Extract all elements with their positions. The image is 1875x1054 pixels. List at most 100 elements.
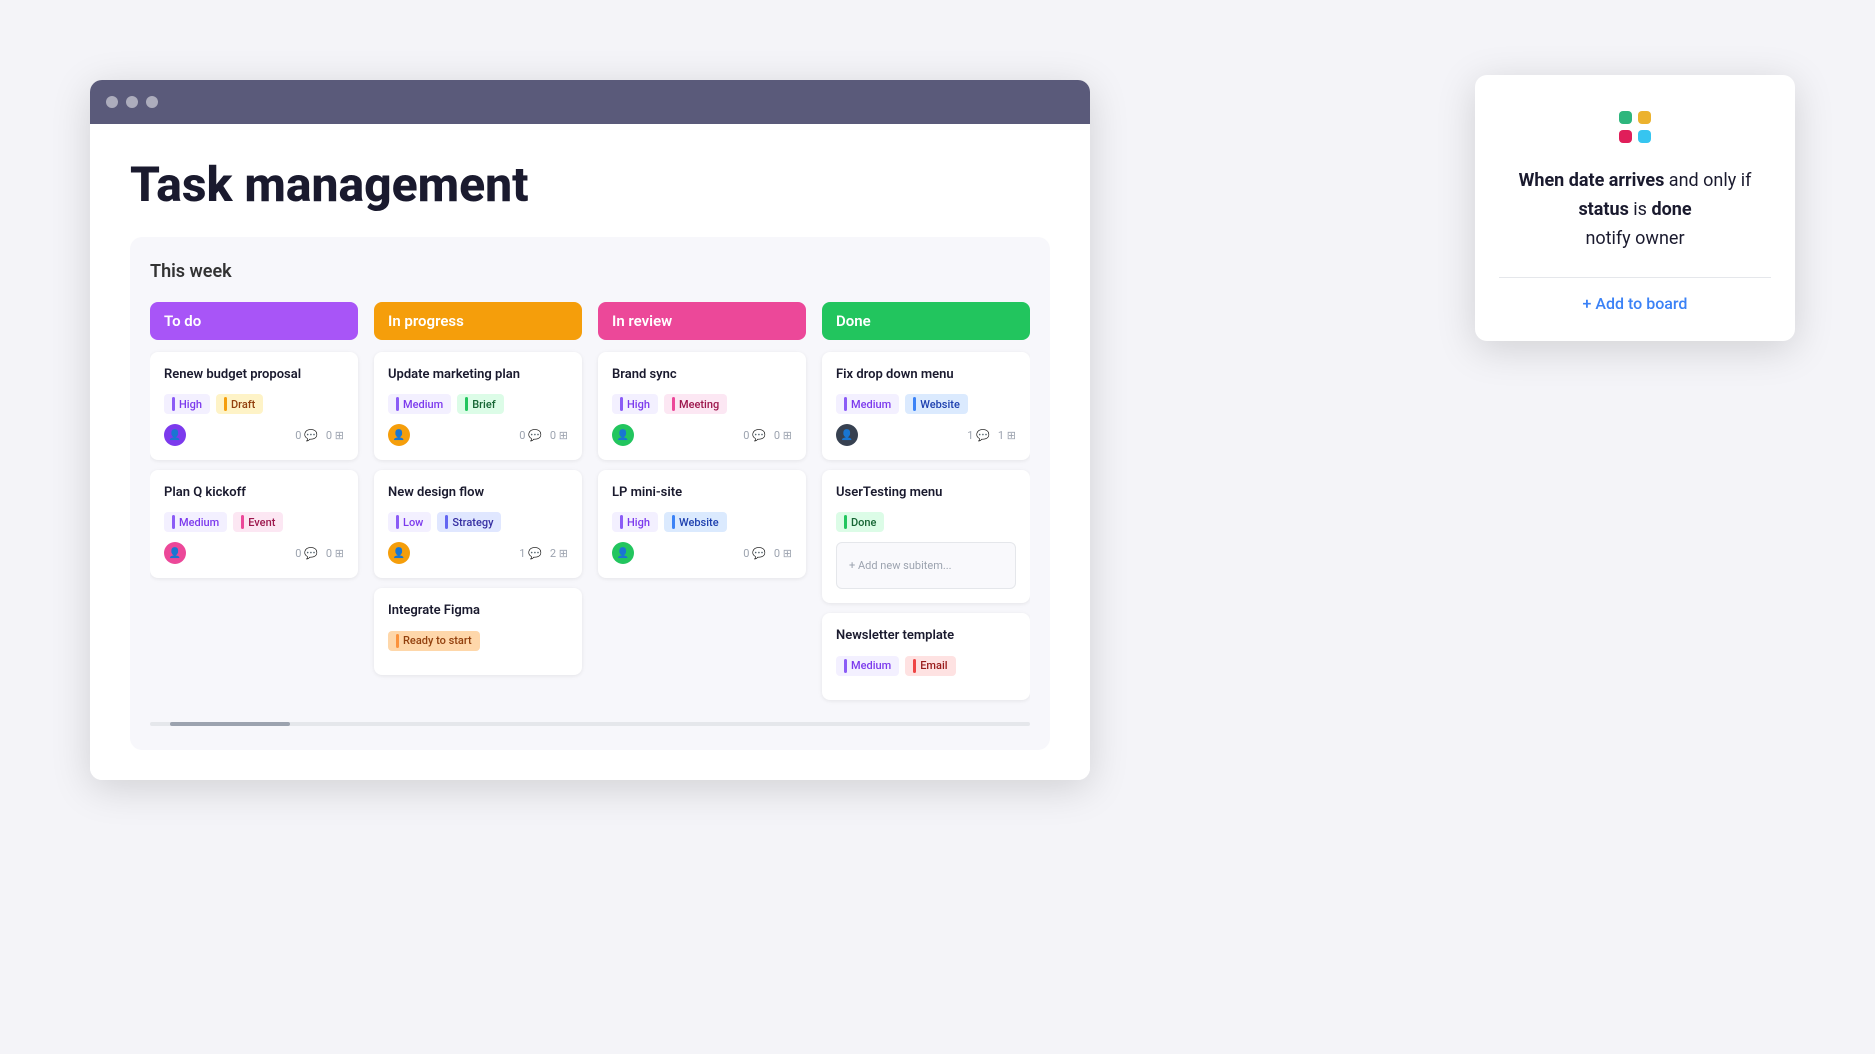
tag-event: Event bbox=[233, 512, 283, 532]
task-count: 0 ⊞ bbox=[326, 429, 344, 442]
tag-bar bbox=[672, 515, 675, 529]
column-done: Done Fix drop down menu Medium bbox=[822, 302, 1030, 710]
tag-bar bbox=[172, 397, 175, 411]
tag-bar bbox=[396, 515, 399, 529]
browser-titlebar bbox=[90, 80, 1090, 124]
slack-text-bold-date: When date arrives bbox=[1519, 170, 1665, 191]
slack-logo bbox=[1499, 103, 1771, 151]
card-title: Fix drop down menu bbox=[836, 366, 1016, 384]
browser-window: Task management This week To do Renew bu… bbox=[90, 80, 1090, 780]
tag-high: High bbox=[612, 394, 658, 414]
page-wrapper: Task management This week To do Renew bu… bbox=[0, 0, 1875, 1054]
card-fix-dropdown[interactable]: Fix drop down menu Medium Website bbox=[822, 352, 1030, 460]
tag-bar bbox=[396, 397, 399, 411]
card-tags: Medium Brief bbox=[388, 394, 568, 414]
card-footer: 👤 0 💬 0 ⊞ bbox=[164, 424, 344, 446]
tag-bar bbox=[465, 397, 468, 411]
scroll-indicator bbox=[150, 722, 1030, 726]
comment-count: 0 💬 bbox=[295, 429, 318, 442]
avatar: 👤 bbox=[836, 424, 858, 446]
tag-ready: Ready to start bbox=[388, 631, 480, 651]
columns-wrapper: To do Renew budget proposal High bbox=[150, 302, 1030, 710]
tag-draft: Draft bbox=[216, 394, 263, 414]
slack-text-bold-status: status bbox=[1578, 199, 1628, 220]
tag-bar bbox=[445, 515, 448, 529]
card-new-design-flow[interactable]: New design flow Low Strategy bbox=[374, 470, 582, 578]
card-tags: High Draft bbox=[164, 394, 344, 414]
tag-bar bbox=[672, 397, 675, 411]
footer-icons: 0 💬 0 ⊞ bbox=[295, 429, 344, 442]
card-integrate-figma[interactable]: Integrate Figma Ready to start bbox=[374, 588, 582, 674]
card-tags: Low Strategy bbox=[388, 512, 568, 532]
comment-count: 0 💬 bbox=[743, 547, 766, 560]
tag-label: Medium bbox=[403, 398, 443, 411]
footer-icons: 0 💬 0 ⊞ bbox=[519, 429, 568, 442]
task-count: 0 ⊞ bbox=[326, 547, 344, 560]
tag-bar bbox=[172, 515, 175, 529]
tag-label: Medium bbox=[851, 398, 891, 411]
board-section-header: This week bbox=[150, 261, 1030, 282]
card-title: Newsletter template bbox=[836, 627, 1016, 645]
tag-bar bbox=[844, 515, 847, 529]
card-title: Brand sync bbox=[612, 366, 792, 384]
avatar: 👤 bbox=[164, 424, 186, 446]
browser-content: Task management This week To do Renew bu… bbox=[90, 124, 1090, 780]
tag-bar bbox=[620, 515, 623, 529]
task-count: 0 ⊞ bbox=[774, 547, 792, 560]
task-count: 1 ⊞ bbox=[998, 429, 1016, 442]
slack-popup: When date arrives and only if status is … bbox=[1475, 75, 1795, 341]
column-todo: To do Renew budget proposal High bbox=[150, 302, 358, 710]
column-header-inreview: In review bbox=[598, 302, 806, 340]
tag-label: High bbox=[627, 398, 650, 411]
column-header-inprogress: In progress bbox=[374, 302, 582, 340]
card-newsletter-template[interactable]: Newsletter template Medium Email bbox=[822, 613, 1030, 699]
footer-icons: 1 💬 1 ⊞ bbox=[967, 429, 1016, 442]
comment-count: 1 💬 bbox=[519, 547, 542, 560]
tag-label: Medium bbox=[851, 659, 891, 672]
tag-bar bbox=[844, 659, 847, 673]
card-footer: 👤 0 💬 0 ⊞ bbox=[164, 542, 344, 564]
tag-label: High bbox=[627, 516, 650, 529]
tag-label: Brief bbox=[472, 398, 495, 411]
card-title: Update marketing plan bbox=[388, 366, 568, 384]
tag-website: Website bbox=[664, 512, 727, 532]
browser-dot-3 bbox=[146, 96, 158, 108]
task-count: 2 ⊞ bbox=[550, 547, 568, 560]
kanban-board: This week To do Renew budget proposal Hi… bbox=[130, 237, 1050, 750]
tag-label: High bbox=[179, 398, 202, 411]
avatar: 👤 bbox=[612, 542, 634, 564]
tag-medium: Medium bbox=[164, 512, 227, 532]
tag-label: Draft bbox=[231, 398, 255, 411]
tag-label: Meeting bbox=[679, 398, 719, 411]
card-title: UserTesting menu bbox=[836, 484, 1016, 502]
card-brand-sync[interactable]: Brand sync High Meeting bbox=[598, 352, 806, 460]
tag-bar bbox=[913, 659, 916, 673]
avatar: 👤 bbox=[612, 424, 634, 446]
card-usertesting-menu[interactable]: UserTesting menu Done + Add new subitem.… bbox=[822, 470, 1030, 603]
avatar: 👤 bbox=[388, 542, 410, 564]
card-title: LP mini-site bbox=[612, 484, 792, 502]
comment-count: 1 💬 bbox=[967, 429, 990, 442]
footer-icons: 0 💬 0 ⊞ bbox=[743, 547, 792, 560]
footer-icons: 0 💬 0 ⊞ bbox=[295, 547, 344, 560]
tag-label: Ready to start bbox=[403, 634, 472, 647]
add-subitem-button[interactable]: + Add new subitem... bbox=[849, 553, 1003, 578]
tag-label: Medium bbox=[179, 516, 219, 529]
task-count: 0 ⊞ bbox=[774, 429, 792, 442]
tag-strategy: Strategy bbox=[437, 512, 501, 532]
tag-low: Low bbox=[388, 512, 431, 532]
card-tags: Medium Website bbox=[836, 394, 1016, 414]
add-to-board-button[interactable]: + Add to board bbox=[1499, 277, 1771, 313]
card-update-marketing[interactable]: Update marketing plan Medium Brief bbox=[374, 352, 582, 460]
card-lp-minisite[interactable]: LP mini-site High Website bbox=[598, 470, 806, 578]
tag-high: High bbox=[612, 512, 658, 532]
tag-label: Strategy bbox=[452, 516, 493, 529]
card-footer: 👤 0 💬 0 ⊞ bbox=[612, 424, 792, 446]
tag-medium: Medium bbox=[388, 394, 451, 414]
comment-count: 0 💬 bbox=[295, 547, 318, 560]
card-renew-budget[interactable]: Renew budget proposal High Draft bbox=[150, 352, 358, 460]
card-tags: Medium Email bbox=[836, 656, 1016, 676]
card-plan-q-kickoff[interactable]: Plan Q kickoff Medium Event bbox=[150, 470, 358, 578]
card-title: New design flow bbox=[388, 484, 568, 502]
browser-dot-1 bbox=[106, 96, 118, 108]
